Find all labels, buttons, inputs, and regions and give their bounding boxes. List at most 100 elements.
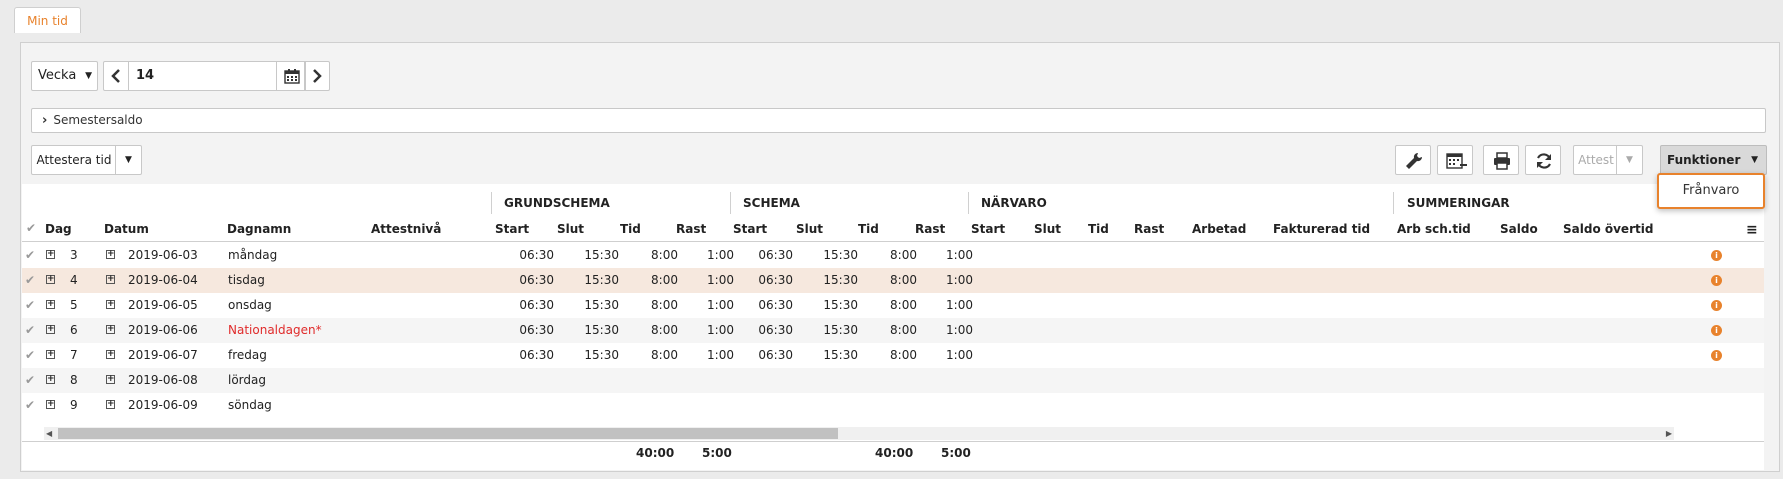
expand-row-icon[interactable]: + xyxy=(46,350,55,359)
cell-gs-tid: 8:00 xyxy=(651,273,678,287)
cell-gs-slut: 15:30 xyxy=(584,248,619,262)
col-saldo-overtid[interactable]: Saldo övertid xyxy=(1563,222,1653,236)
cell-s-rast: 1:00 xyxy=(946,298,973,312)
col-dag[interactable]: Dag xyxy=(45,222,72,236)
attest-button[interactable]: Attest xyxy=(1574,146,1618,174)
expand-date-icon[interactable]: + xyxy=(106,400,115,409)
col-gs-start[interactable]: Start xyxy=(495,222,529,236)
scroll-right-icon[interactable]: ▶ xyxy=(1666,427,1672,440)
col-dagnamn[interactable]: Dagnamn xyxy=(227,222,291,236)
col-n-start[interactable]: Start xyxy=(971,222,1005,236)
cell-s-slut: 15:30 xyxy=(823,248,858,262)
row-check-icon[interactable]: ✔ xyxy=(25,343,35,368)
expand-date-icon[interactable]: + xyxy=(106,300,115,309)
semestersaldo-label: Semestersaldo xyxy=(53,113,143,127)
table-row[interactable]: ✔ +4 +2019-06-04 tisdag 06:30 15:30 8:00 1:00 06… xyxy=(22,268,1764,293)
expand-date-icon[interactable]: + xyxy=(106,325,115,334)
calendar-schedule-button[interactable] xyxy=(1437,145,1473,175)
cell-s-start: 06:30 xyxy=(758,298,793,312)
row-check-icon[interactable]: ✔ xyxy=(25,243,35,268)
print-button[interactable] xyxy=(1483,145,1519,175)
cell-datum: 2019-06-05 xyxy=(128,298,198,312)
tab-min-tid[interactable]: Min tid xyxy=(14,7,81,33)
cell-datum: 2019-06-08 xyxy=(128,373,198,387)
info-icon[interactable]: i xyxy=(1711,275,1722,286)
cell-gs-tid: 8:00 xyxy=(651,298,678,312)
total-gs-rast: 5:00 xyxy=(702,446,732,460)
expand-row-icon[interactable]: + xyxy=(46,250,55,259)
expand-row-icon[interactable]: + xyxy=(46,375,55,384)
cell-s-tid: 8:00 xyxy=(890,298,917,312)
col-saldo[interactable]: Saldo xyxy=(1500,222,1538,236)
calendar-button[interactable] xyxy=(276,62,306,90)
cell-datum: 2019-06-03 xyxy=(128,248,198,262)
cell-s-start: 06:30 xyxy=(758,248,793,262)
expand-row-icon[interactable]: + xyxy=(46,325,55,334)
week-navigator: 14 xyxy=(103,61,330,91)
next-week-button[interactable] xyxy=(304,62,329,90)
col-n-slut[interactable]: Slut xyxy=(1034,222,1061,236)
table-row[interactable]: ✔ +6 +2019-06-06 Nationaldagen* 06:30 15:30 8:… xyxy=(22,318,1764,343)
table-row[interactable]: ✔ +3 +2019-06-03 måndag 06:30 15:30 8:00 1:00 06… xyxy=(22,243,1764,268)
col-attestniva[interactable]: Attestnivå xyxy=(371,222,441,236)
cell-gs-rast: 1:00 xyxy=(707,298,734,312)
functions-menu-item-franvaro[interactable]: Frånvaro xyxy=(1657,173,1765,209)
row-check-icon[interactable]: ✔ xyxy=(25,368,35,393)
row-check-icon[interactable]: ✔ xyxy=(25,318,35,343)
expand-date-icon[interactable]: + xyxy=(106,250,115,259)
cell-gs-slut: 15:30 xyxy=(584,298,619,312)
col-fakturerad[interactable]: Fakturerad tid xyxy=(1273,222,1370,236)
expand-row-icon[interactable]: + xyxy=(46,300,55,309)
col-arb-sch-tid[interactable]: Arb sch.tid xyxy=(1397,222,1471,236)
total-s-tid: 40:00 xyxy=(875,446,914,460)
row-check-icon[interactable]: ✔ xyxy=(25,393,35,418)
col-gs-tid[interactable]: Tid xyxy=(620,222,641,236)
expand-date-icon[interactable]: + xyxy=(106,275,115,284)
expand-row-icon[interactable]: + xyxy=(46,275,55,284)
cell-gs-rast: 1:00 xyxy=(707,323,734,337)
col-gs-rast[interactable]: Rast xyxy=(676,222,706,236)
table-row[interactable]: ✔ +7 +2019-06-07 fredag 06:30 15:30 8:00 1:00 06… xyxy=(22,343,1764,368)
table-row[interactable]: ✔ +9 +2019-06-09 söndag xyxy=(22,393,1764,418)
col-n-tid[interactable]: Tid xyxy=(1088,222,1109,236)
horizontal-scrollbar[interactable]: ◀ ▶ xyxy=(44,427,1674,440)
table-row[interactable]: ✔ +8 +2019-06-08 lördag xyxy=(22,368,1764,393)
row-check-icon[interactable]: ✔ xyxy=(25,268,35,293)
cell-dagnamn: lördag xyxy=(228,373,266,387)
info-icon[interactable]: i xyxy=(1711,325,1722,336)
row-check-icon[interactable]: ✔ xyxy=(25,293,35,318)
expand-row-icon[interactable]: + xyxy=(46,400,55,409)
attest-time-dropdown-button[interactable]: ▼ xyxy=(115,146,141,174)
col-datum[interactable]: Datum xyxy=(104,222,149,236)
info-icon[interactable]: i xyxy=(1711,350,1722,361)
info-icon[interactable]: i xyxy=(1711,300,1722,311)
scroll-left-icon[interactable]: ◀ xyxy=(46,427,52,440)
info-icon[interactable]: i xyxy=(1711,250,1722,261)
week-input[interactable]: 14 xyxy=(130,62,276,90)
expand-date-icon[interactable]: + xyxy=(106,375,115,384)
cell-datum: 2019-06-07 xyxy=(128,348,198,362)
column-menu-icon[interactable]: ≡ xyxy=(1746,222,1758,238)
cell-s-start: 06:30 xyxy=(758,323,793,337)
select-all-check-icon[interactable]: ✔ xyxy=(26,221,36,235)
col-s-slut[interactable]: Slut xyxy=(796,222,823,236)
semestersaldo-toggle[interactable]: › Semestersaldo xyxy=(31,108,1766,133)
col-n-rast[interactable]: Rast xyxy=(1134,222,1164,236)
col-s-rast[interactable]: Rast xyxy=(915,222,945,236)
table-row[interactable]: ✔ +5 +2019-06-05 onsdag 06:30 15:30 8:00 1:00 06… xyxy=(22,293,1764,318)
scrollbar-thumb[interactable] xyxy=(58,428,838,439)
col-arbetad[interactable]: Arbetad xyxy=(1192,222,1246,236)
previous-week-button[interactable] xyxy=(104,62,129,90)
attest-dropdown-button[interactable]: ▼ xyxy=(1616,146,1642,174)
expand-date-icon[interactable]: + xyxy=(106,350,115,359)
group-separator xyxy=(1393,192,1394,214)
period-type-select[interactable]: Vecka ▼ xyxy=(31,61,98,91)
functions-button[interactable]: Funktioner ▼ xyxy=(1660,145,1767,175)
col-s-start[interactable]: Start xyxy=(733,222,767,236)
attest-time-button[interactable]: Attestera tid xyxy=(32,146,116,174)
col-gs-slut[interactable]: Slut xyxy=(557,222,584,236)
refresh-button[interactable] xyxy=(1525,145,1561,175)
col-s-tid[interactable]: Tid xyxy=(858,222,879,236)
settings-button[interactable] xyxy=(1395,145,1431,175)
wrench-icon xyxy=(1406,152,1423,169)
